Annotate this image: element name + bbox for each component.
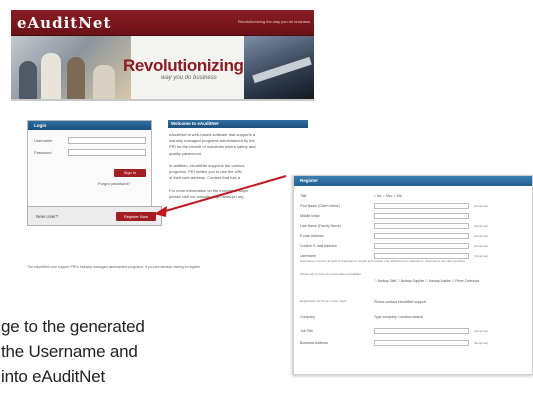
register-field-row: Last Name (Family Name) (Required): [300, 222, 532, 232]
required-indicator: (Required): [474, 224, 489, 228]
login-panel: Login Username Password Sign In Forgot p…: [27, 120, 152, 212]
register-form-header: Register: [294, 176, 532, 186]
username-rules-note: Usernames must be at least 6 characters …: [300, 259, 466, 263]
job-title-label: Job Title: [300, 329, 314, 333]
welcome-text-line: eAuditNet is web-based software that sup…: [169, 133, 256, 137]
register-field-label: Title: [300, 194, 307, 198]
register-field-label: Username: [300, 254, 317, 258]
address-row: Business Address (Required): [300, 339, 532, 349]
register-form-screenshot: Register Title ○ Mr. ○ Mrs. ○ Ms. First Na…: [293, 175, 533, 375]
heard-about-label: Please tell us how you heard about eAudi…: [300, 272, 361, 276]
register-panel: New User? Register Now: [27, 206, 162, 226]
welcome-text-line: In addition, eAuditNet supports the vari…: [169, 164, 245, 168]
required-indicator: (Required): [474, 254, 489, 258]
register-field-input[interactable]: [374, 203, 469, 209]
required-indicator: (Required): [474, 204, 489, 208]
hero-subtitle: way you do business: [161, 75, 217, 81]
register-field-label: First Name (Given Name): [300, 204, 340, 208]
job-title-row: Job Title (Required): [300, 327, 532, 337]
register-field-row: Title ○ Mr. ○ Mrs. ○ Ms.: [300, 192, 532, 202]
register-field-row: E-mail Address (Required): [300, 232, 532, 242]
required-indicator: (Required): [474, 234, 489, 238]
register-field-row: Confirm E-mail Address (Required): [300, 242, 532, 252]
job-title-required: (Required): [474, 329, 489, 333]
register-field-label: E-mail Address: [300, 234, 324, 238]
forgot-password-link[interactable]: Forgot password?: [98, 181, 130, 186]
welcome-text-line: programs. PRI invites you to use the URL: [169, 170, 243, 175]
register-field-label: Confirm E-mail Address: [300, 244, 337, 248]
eauditnet-logo[interactable]: eAuditNet: [17, 14, 111, 32]
required-indicator: (Required): [474, 244, 489, 248]
register-field-row: First Name (Given Name) (Required): [300, 202, 532, 212]
password-input[interactable]: [68, 149, 146, 156]
welcome-text-line: industry managed programs administered b…: [169, 139, 255, 144]
register-field-input[interactable]: [374, 223, 469, 229]
welcome-text-line: quality paramount.: [169, 151, 202, 156]
job-title-input[interactable]: [374, 328, 469, 334]
company-row: Company Type company / location search: [300, 313, 532, 323]
welcome-text-line: PRI for the benefit of industries where …: [169, 145, 256, 150]
company-label: Company: [300, 315, 315, 319]
eauditnet-homepage-screenshot: eAuditNet Revolutionizing the way you do…: [11, 10, 314, 272]
password-label: Password: [34, 150, 52, 155]
caption-line-3: into eAuditNet: [1, 367, 105, 386]
company-search-input[interactable]: Type company / location search: [374, 315, 423, 319]
prime-registration-label: Registration for Prime / other users: [300, 299, 347, 303]
address-required: (Required): [474, 341, 489, 345]
address-input[interactable]: [374, 340, 469, 346]
caption-line-2: the Username and: [1, 342, 138, 361]
address-label: Business Address: [300, 341, 328, 345]
username-label: Username: [34, 138, 53, 143]
welcome-heading: Welcome to eAuditNet: [168, 120, 308, 128]
footer-note: The eAuditNet.com support PRI's industry…: [27, 265, 201, 269]
register-field-input[interactable]: [374, 233, 469, 239]
engineers-photo: [11, 36, 131, 99]
caption-line-1: ge to the generated: [1, 317, 145, 336]
prime-registration-value: Please contact eAuditNet support: [374, 300, 426, 304]
register-field-row: Middle Initial: [300, 212, 532, 222]
title-radio-group[interactable]: ○ Mr. ○ Mrs. ○ Ms.: [374, 194, 403, 198]
new-user-label: New User?: [36, 214, 59, 219]
banner-tagline: Revolutionizing the way you do business: [237, 19, 310, 24]
sign-in-button[interactable]: Sign In: [114, 169, 146, 177]
referral-checkboxes[interactable]: ☐ Nadcap Staff ☐ Nadcap Supplier ☐ Nadca…: [374, 279, 479, 283]
register-now-button[interactable]: Register Now: [116, 212, 156, 221]
login-header: Login: [28, 121, 151, 130]
aircraft-photo: [244, 36, 314, 99]
register-field-label: Last Name (Family Name): [300, 224, 341, 228]
register-field-label: Middle Initial: [300, 214, 320, 218]
register-field-input[interactable]: [374, 243, 469, 249]
register-field-input[interactable]: [374, 213, 469, 219]
username-input[interactable]: [68, 137, 146, 144]
hero-banner: Revolutionizing the way you do business: [11, 36, 314, 101]
site-banner: eAuditNet Revolutionizing the way you do…: [11, 10, 314, 36]
